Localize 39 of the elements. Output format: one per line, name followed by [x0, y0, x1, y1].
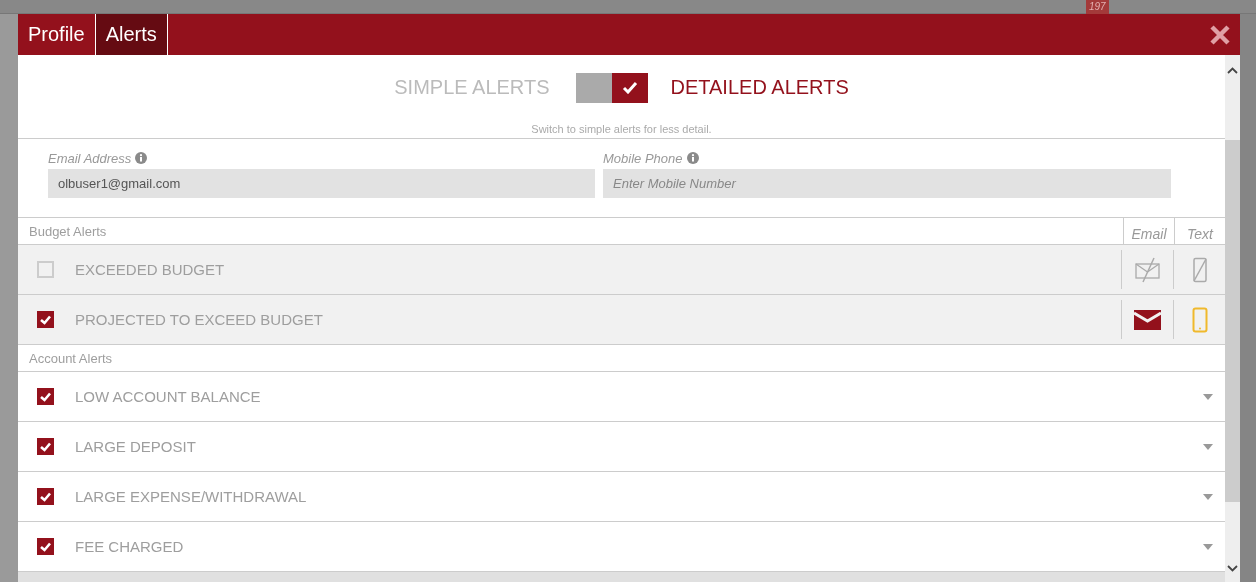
tab[interactable]: Profile: [18, 14, 96, 55]
caret-icon[interactable]: [1203, 493, 1213, 500]
caret-icon[interactable]: [1203, 443, 1213, 450]
field-label: Mobile Phone: [603, 150, 683, 166]
alert-label: FEE CHARGED: [75, 538, 185, 555]
count-badge: 197: [1086, 0, 1109, 14]
info-icon[interactable]: [686, 152, 699, 164]
alert-label: LARGE DEPOSIT: [75, 438, 197, 455]
alert-label: LARGE EXPENSE/WITHDRAWAL: [75, 488, 308, 505]
caret-icon[interactable]: [1203, 393, 1213, 400]
envelope-slashed-icon[interactable]: [1134, 256, 1161, 283]
tab[interactable]: Alerts: [95, 14, 168, 55]
check-icon: [621, 81, 638, 94]
scrollbar-thumb[interactable]: [1225, 140, 1240, 502]
close-icon[interactable]: [1210, 24, 1230, 45]
section-title: Account Alerts: [28, 351, 114, 368]
field-label: Email Address: [48, 150, 132, 166]
mode-label[interactable]: DETAILED ALERTS: [670, 76, 849, 99]
mode-toggle[interactable]: [575, 72, 648, 103]
email-field[interactable]: olbuser1@gmail.com: [48, 169, 595, 198]
envelope-icon[interactable]: [1134, 309, 1161, 330]
checkbox[interactable]: [37, 388, 54, 405]
checkbox[interactable]: [37, 538, 54, 555]
column-header: Email: [1123, 218, 1174, 244]
phone-slashed-icon[interactable]: [1191, 256, 1208, 283]
checkbox[interactable]: [37, 311, 54, 328]
scroll-down-icon[interactable]: [1227, 565, 1238, 572]
checkbox[interactable]: [37, 261, 54, 278]
hint-text: Switch to simple alerts for less detail.: [18, 120, 1225, 139]
phone-field[interactable]: Enter Mobile Number: [603, 169, 1171, 198]
alert-label: LOW ACCOUNT BALANCE: [75, 388, 262, 405]
checkbox[interactable]: [37, 438, 54, 455]
alert-label: PROJECTED TO EXCEED BUDGET: [75, 311, 324, 328]
section-title: Budget Alerts: [28, 224, 108, 241]
checkbox[interactable]: [37, 488, 54, 505]
alert-label: EXCEEDED BUDGET: [75, 261, 226, 278]
info-icon[interactable]: [135, 152, 148, 164]
caret-icon[interactable]: [1203, 543, 1213, 550]
scroll-up-icon[interactable]: [1227, 67, 1238, 74]
